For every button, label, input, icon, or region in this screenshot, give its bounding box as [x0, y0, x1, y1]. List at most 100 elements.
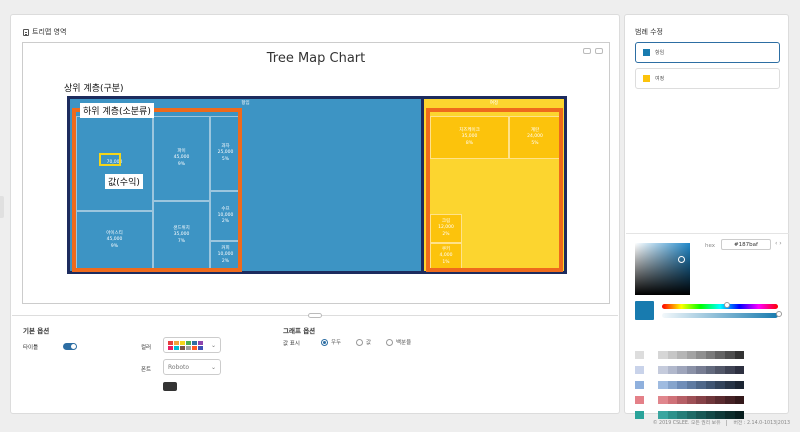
palette-step-swatch[interactable]	[724, 366, 735, 374]
hex-label: hex	[705, 243, 716, 249]
palette-step-swatch[interactable]	[715, 396, 725, 404]
palette-step-swatch[interactable]	[686, 396, 697, 404]
palette-step-swatch[interactable]	[724, 411, 735, 419]
legend-edit-panel: 범례 수정 항임 여정 hex #187baf ‹ ›	[624, 14, 789, 419]
saturation-value-field[interactable]	[635, 243, 690, 295]
palette-swatch	[186, 345, 191, 350]
alpha-slider[interactable]	[662, 313, 778, 318]
splitter-handle[interactable]	[308, 313, 322, 318]
palette-swatch	[192, 345, 197, 350]
version-text: 버전 : 2.14.0-1013|2013	[733, 421, 790, 426]
palette-step-swatch[interactable]	[677, 411, 687, 419]
radio-dot	[321, 338, 328, 346]
palette-step-swatch[interactable]	[696, 411, 706, 419]
palette-swatch	[198, 340, 203, 345]
palette-step-swatch[interactable]	[677, 351, 687, 359]
palette-step-swatch[interactable]	[686, 381, 697, 389]
palette-base-swatch[interactable]	[635, 411, 644, 419]
palette-step-swatch[interactable]	[696, 351, 706, 359]
palette-step-swatch[interactable]	[658, 381, 668, 389]
radio-option-value[interactable]: 값	[356, 338, 371, 346]
palette-step-swatch[interactable]	[734, 366, 745, 374]
palette-step-swatch[interactable]	[734, 381, 745, 389]
palette-step-swatch[interactable]	[724, 396, 735, 404]
palette-step-swatch[interactable]	[658, 366, 668, 374]
picker-cursor[interactable]	[678, 256, 685, 263]
palette-step-swatch[interactable]	[677, 381, 687, 389]
palette-step-swatch[interactable]	[677, 366, 687, 374]
legend-color-swatch	[643, 75, 650, 82]
radio-dot	[386, 338, 393, 346]
palette-step-swatch[interactable]	[734, 351, 745, 359]
child-level-highlight	[72, 108, 242, 272]
legend-color-swatch	[643, 49, 650, 56]
current-color-preview	[635, 301, 654, 320]
palette-step-swatch[interactable]	[705, 396, 716, 404]
palette-step-swatch[interactable]	[715, 351, 725, 359]
radio-option-percent[interactable]: 백분율	[386, 338, 411, 346]
chart-toolbar	[583, 48, 603, 54]
font-select[interactable]: Roboto ⌄	[163, 359, 221, 375]
hue-slider-handle[interactable]	[724, 302, 730, 308]
color-palette-select[interactable]: ⌄	[163, 337, 221, 353]
palette-step-swatch[interactable]	[715, 381, 725, 389]
palette-base-swatch[interactable]	[635, 381, 644, 389]
font-color-button[interactable]	[163, 382, 177, 391]
palette-step-swatch[interactable]	[696, 396, 706, 404]
palette-base-swatch[interactable]	[635, 396, 644, 404]
legend-item[interactable]: 항임	[635, 42, 780, 63]
palette-step-swatch[interactable]	[686, 411, 697, 419]
export-icon[interactable]	[595, 48, 603, 54]
palette-step-swatch[interactable]	[667, 351, 678, 359]
palette-swatch	[168, 345, 173, 350]
alpha-slider-handle[interactable]	[776, 311, 782, 317]
palette-step-swatch[interactable]	[715, 411, 725, 419]
font-option-label: 폰트	[141, 367, 152, 373]
palette-step-swatch[interactable]	[724, 381, 735, 389]
format-toggle-icon[interactable]: ‹ ›	[775, 240, 782, 247]
palette-step-swatch[interactable]	[667, 396, 678, 404]
palette-step-swatch[interactable]	[696, 366, 706, 374]
palette-row	[635, 351, 745, 359]
child-level-callout: 하위 계층(소분류)	[80, 103, 154, 118]
palette-step-swatch[interactable]	[724, 351, 735, 359]
document-icon	[23, 28, 29, 36]
palette-step-swatch[interactable]	[686, 351, 697, 359]
palette-step-swatch[interactable]	[667, 366, 678, 374]
palette-step-swatch[interactable]	[658, 351, 668, 359]
palette-step-swatch[interactable]	[734, 396, 745, 404]
palette-step-swatch[interactable]	[658, 396, 668, 404]
palette-step-swatch[interactable]	[705, 351, 716, 359]
palette-step-swatch[interactable]	[705, 411, 716, 419]
radio-option-none[interactable]: 우두	[321, 338, 341, 346]
palette-step-swatch[interactable]	[677, 396, 687, 404]
legend-item[interactable]: 여정	[635, 68, 780, 89]
palette-swatch	[174, 345, 179, 350]
palette-row	[635, 396, 745, 404]
palette-step-swatch[interactable]	[734, 411, 745, 419]
palette-base-swatch[interactable]	[635, 351, 644, 359]
palette-step-swatch[interactable]	[667, 381, 678, 389]
hue-slider[interactable]	[662, 304, 778, 309]
palette-step-swatch[interactable]	[705, 366, 716, 374]
side-collapse-tab[interactable]	[0, 196, 4, 218]
palette-step-swatch[interactable]	[686, 366, 697, 374]
palette-step-swatch[interactable]	[667, 411, 678, 419]
palette-step-swatch[interactable]	[715, 366, 725, 374]
radio-label: 백분율	[396, 340, 412, 346]
palette-step-swatch[interactable]	[696, 381, 706, 389]
palette-step-swatch[interactable]	[658, 411, 668, 419]
chevron-down-icon: ⌄	[210, 363, 216, 371]
camera-icon[interactable]	[583, 48, 591, 54]
copyright-text: © 2019 CSLEE. 모든 권리 보유	[652, 421, 721, 426]
palette-step-swatch[interactable]	[705, 381, 716, 389]
palette-base-swatch[interactable]	[635, 366, 644, 374]
hex-input[interactable]: #187baf	[721, 239, 771, 250]
palette-row	[635, 411, 745, 419]
palette-gradient	[658, 366, 745, 374]
title-toggle[interactable]	[63, 343, 77, 350]
radio-label: 값	[366, 340, 372, 346]
footer: © 2019 CSLEE. 모든 권리 보유 버전 : 2.14.0-1013|…	[653, 419, 790, 426]
palette-row	[635, 381, 745, 389]
color-picker: hex #187baf ‹ ›	[626, 233, 789, 419]
